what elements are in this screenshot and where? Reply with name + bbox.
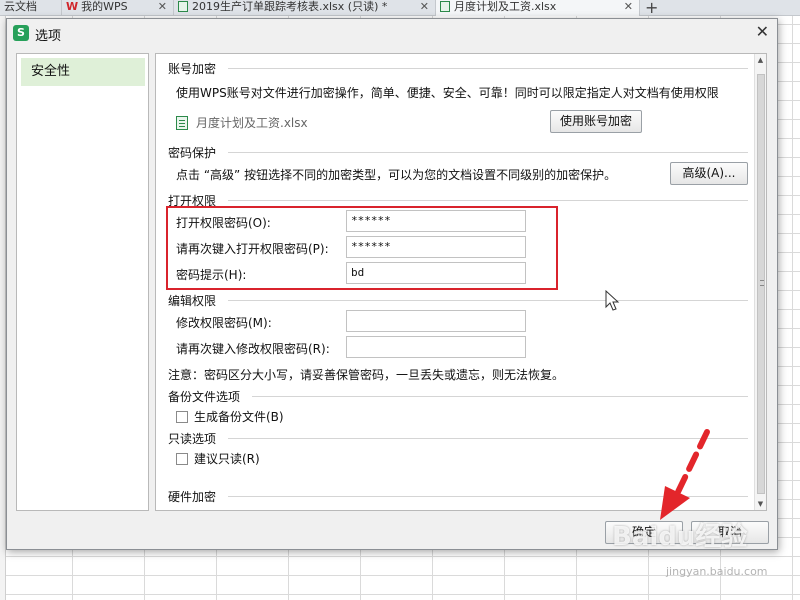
red-arrow-annotation-icon: [660, 429, 710, 520]
baidu-watermark-url: jingyan.baidu.com: [666, 565, 768, 578]
baidu-watermark: Baidu经验: [612, 522, 748, 552]
